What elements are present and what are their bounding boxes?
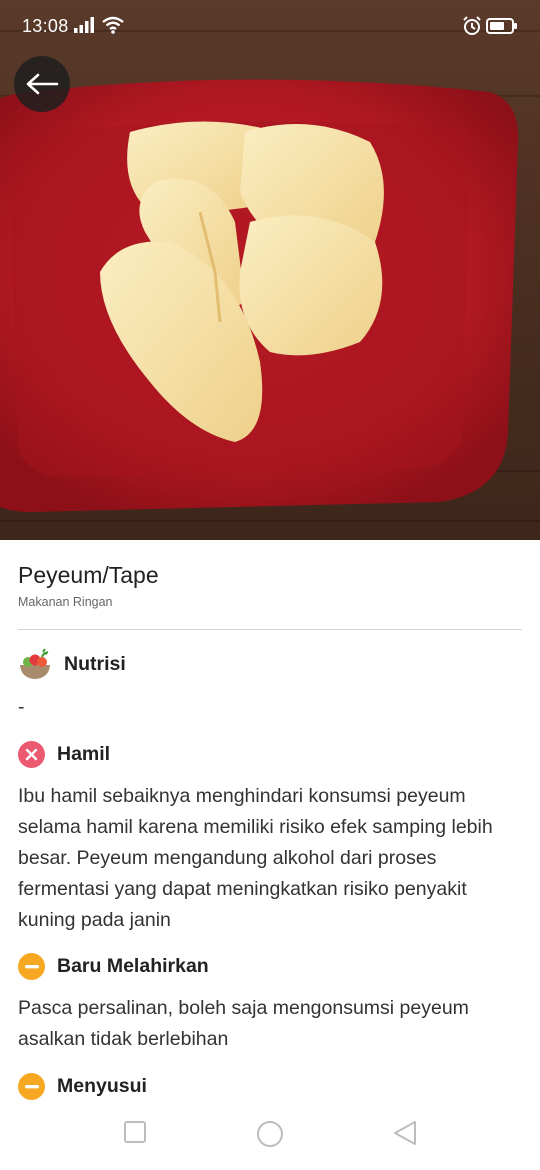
- section-hamil-text: Ibu hamil sebaiknya menghindari konsumsi…: [18, 785, 493, 931]
- section-nutrisi-header: Nutrisi: [18, 648, 126, 680]
- status-bar: 13:08: [0, 0, 540, 54]
- section-nutrisi-text: -: [18, 696, 25, 718]
- minus-circle-icon: [18, 1073, 45, 1100]
- section-nutrisi-label: Nutrisi: [64, 652, 126, 675]
- detail-content: Peyeum/Tape Makanan Ringan Nutrisi - Ham…: [0, 540, 540, 1100]
- triangle-back-icon[interactable]: [392, 1120, 418, 1146]
- wifi-icon: [102, 16, 124, 34]
- section-menyusui-label: Menyusui: [57, 1075, 147, 1097]
- minus-circle-icon: [18, 953, 45, 980]
- back-button[interactable]: [14, 56, 70, 112]
- signal-icon: [74, 17, 94, 33]
- status-time: 13:08: [22, 16, 69, 36]
- food-title: Peyeum/Tape: [18, 562, 159, 588]
- section-menyusui-header: Menyusui: [18, 1073, 147, 1100]
- section-baru-melahirkan-text: Pasca persalinan, boleh saja mengonsumsi…: [18, 997, 469, 1050]
- food-category: Makanan Ringan: [18, 595, 113, 609]
- food-photo: [0, 0, 540, 540]
- section-baru-melahirkan-header: Baru Melahirkan: [18, 953, 209, 980]
- section-hamil-header: Hamil: [18, 741, 110, 768]
- arrow-left-icon: [26, 73, 59, 95]
- section-hamil-label: Hamil: [57, 743, 111, 765]
- square-icon[interactable]: [123, 1120, 147, 1144]
- battery-icon: [486, 18, 517, 34]
- red-plate-illustration: [0, 79, 519, 512]
- circle-icon[interactable]: [256, 1120, 284, 1148]
- x-circle-icon: [18, 741, 45, 768]
- system-nav-bar: [0, 1100, 540, 1170]
- section-baru-melahirkan-label: Baru Melahirkan: [57, 955, 209, 977]
- divider: [18, 629, 522, 630]
- alarm-icon: [463, 16, 481, 35]
- food-basket-icon: [20, 648, 50, 679]
